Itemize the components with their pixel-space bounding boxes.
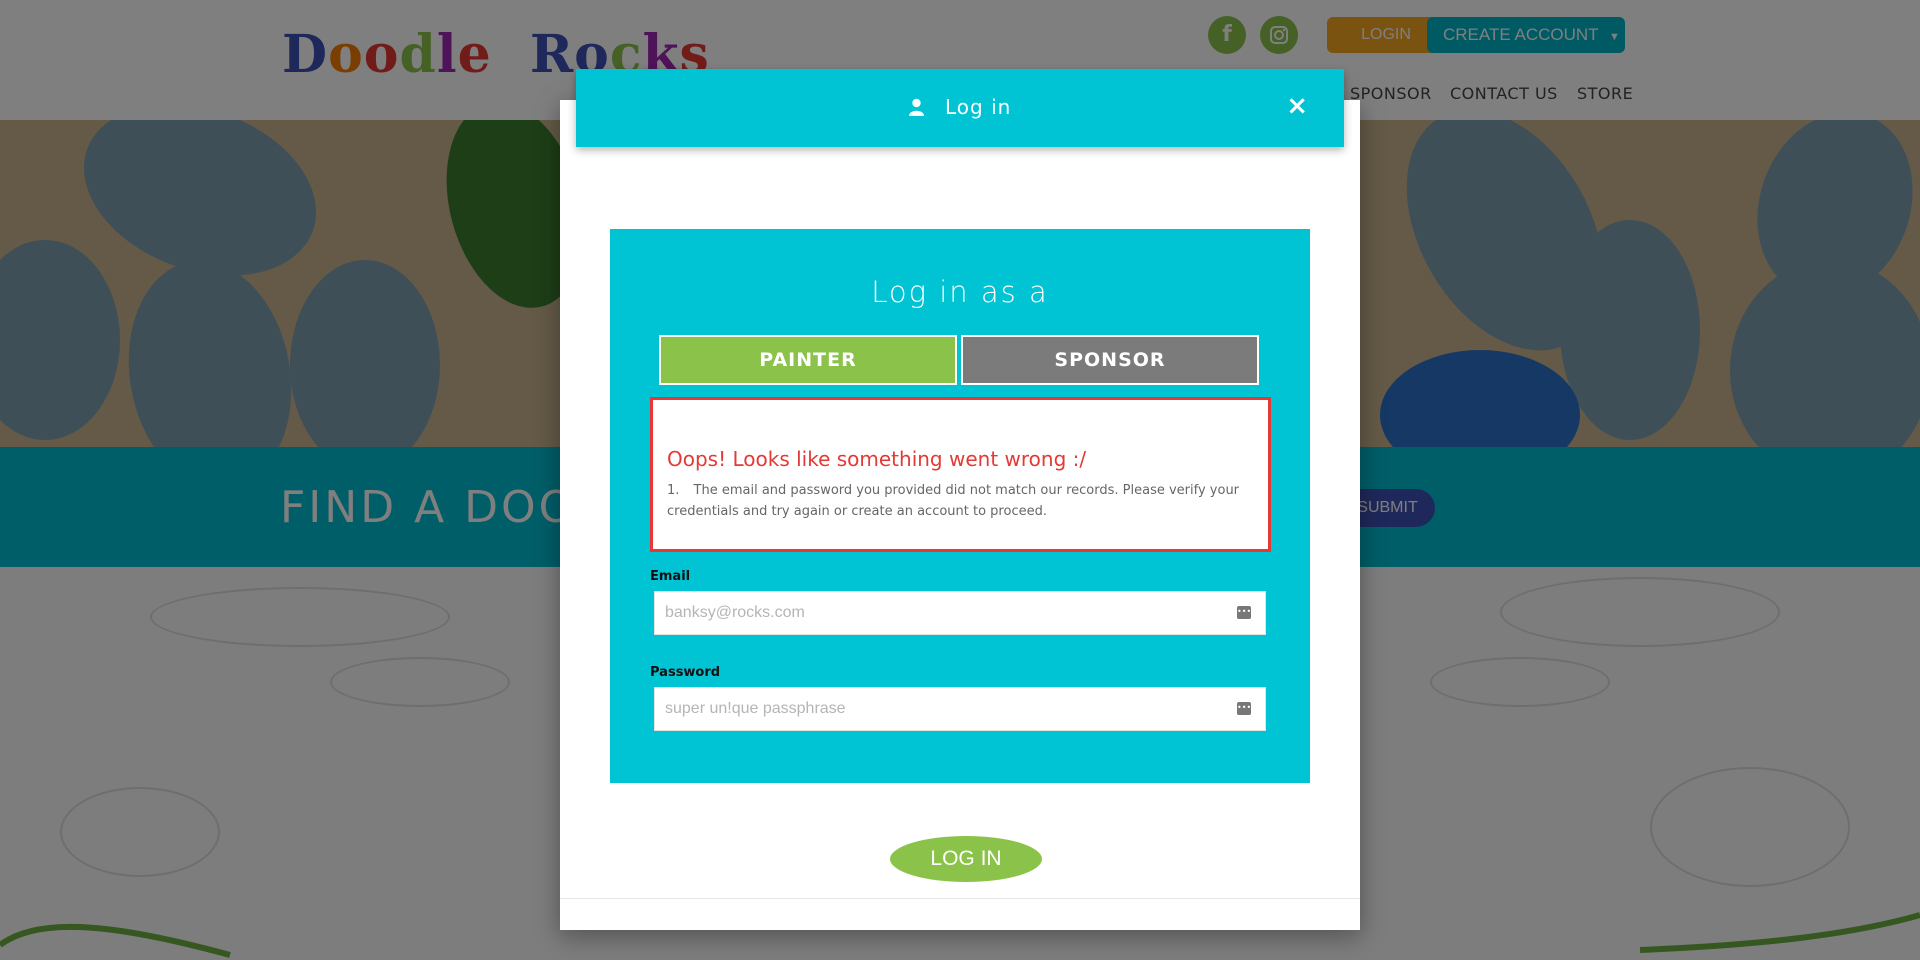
error-title: Oops! Looks like something went wrong :/ bbox=[667, 447, 1087, 471]
password-field[interactable] bbox=[655, 688, 1265, 730]
user-icon bbox=[908, 97, 924, 121]
modal-footer-divider bbox=[560, 898, 1360, 899]
error-item-text: The email and password you provided did … bbox=[667, 483, 1240, 519]
login-card: Log in as a PAINTER SPONSOR Oops! Looks … bbox=[610, 229, 1310, 783]
email-field-wrapper: ••• bbox=[654, 591, 1266, 635]
password-manager-icon[interactable]: ••• bbox=[1237, 606, 1251, 619]
role-sponsor-button[interactable]: SPONSOR bbox=[961, 335, 1259, 385]
modal-title: Log in bbox=[576, 95, 1344, 121]
error-item: 1. The email and password you provided d… bbox=[667, 480, 1254, 522]
close-icon[interactable]: × bbox=[1286, 91, 1308, 121]
email-label: Email bbox=[650, 569, 691, 584]
password-manager-icon[interactable]: ••• bbox=[1237, 702, 1251, 715]
error-list: 1. The email and password you provided d… bbox=[667, 480, 1254, 522]
modal-header: Log in × bbox=[576, 69, 1344, 147]
password-field-wrapper: ••• bbox=[654, 687, 1266, 731]
error-alert: Oops! Looks like something went wrong :/… bbox=[650, 397, 1271, 552]
modal-title-text: Log in bbox=[945, 95, 1012, 119]
role-painter-button[interactable]: PAINTER bbox=[659, 335, 957, 385]
login-submit-button[interactable]: LOG IN bbox=[890, 836, 1042, 882]
error-item-number: 1. bbox=[667, 483, 680, 498]
login-as-heading: Log in as a bbox=[871, 275, 1049, 309]
password-label: Password bbox=[650, 665, 721, 680]
email-field[interactable] bbox=[655, 592, 1265, 634]
